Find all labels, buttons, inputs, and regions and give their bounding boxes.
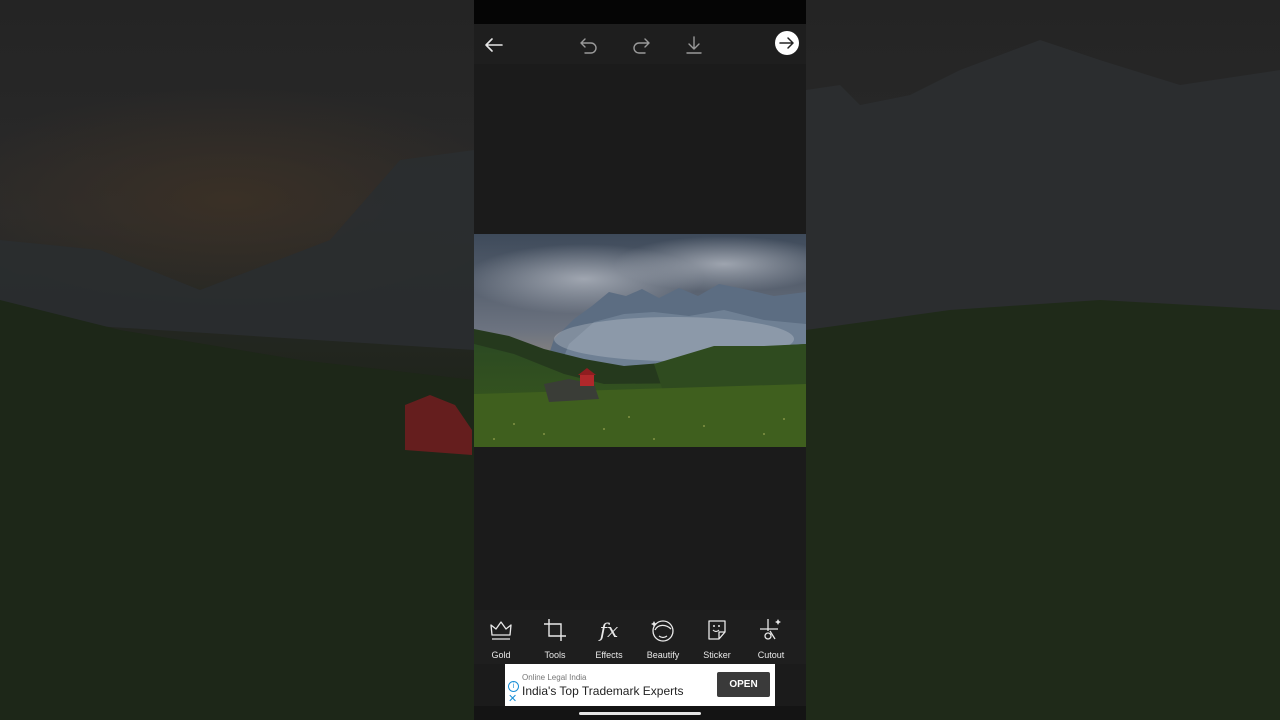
ad-info-icon[interactable]: i (508, 681, 519, 692)
sticker-icon (690, 616, 744, 644)
tool-label: Tools (544, 650, 566, 660)
download-icon[interactable] (681, 32, 707, 58)
phone-screen: Gold Tools fx Effects Beautify Sticker C… (474, 0, 806, 720)
ad-open-button[interactable]: OPEN (717, 672, 770, 697)
ad-advertiser: Online Legal India (522, 673, 587, 682)
photo-preview[interactable] (474, 234, 806, 447)
tool-bar: Gold Tools fx Effects Beautify Sticker C… (474, 610, 806, 664)
tool-label: Cutout (757, 650, 785, 660)
tool-cutout[interactable]: Cutout (744, 616, 798, 662)
arrow-right-icon (779, 37, 794, 49)
editor-top-bar (474, 24, 806, 64)
tool-label: Gold (491, 650, 511, 660)
ad-close-icon[interactable]: ✕ (508, 694, 517, 705)
tool-beautify[interactable]: Beautify (636, 616, 690, 662)
tool-label: Beautify (646, 650, 680, 660)
tool-effects[interactable]: fx Effects (582, 616, 636, 662)
ad-headline[interactable]: India's Top Trademark Experts (522, 684, 683, 698)
status-bar (474, 0, 806, 24)
undo-icon[interactable] (575, 32, 601, 58)
redo-icon[interactable] (629, 32, 655, 58)
fx-icon: fx (599, 618, 619, 642)
face-icon (636, 616, 690, 644)
tool-label: Sticker (703, 650, 731, 660)
tool-tools[interactable]: Tools (528, 616, 582, 662)
home-indicator[interactable] (579, 712, 701, 715)
cutout-icon (744, 616, 798, 644)
crop-icon (528, 616, 582, 644)
editor-canvas (474, 64, 806, 610)
tool-gold[interactable]: Gold (474, 616, 528, 662)
crown-icon (474, 616, 528, 644)
tool-sticker[interactable]: Sticker (690, 616, 744, 662)
next-button[interactable] (775, 31, 799, 55)
tool-label: Effects (595, 650, 623, 660)
banner-ad[interactable]: i ✕ Online Legal India India's Top Trade… (505, 664, 775, 706)
back-arrow-icon[interactable] (481, 32, 507, 58)
